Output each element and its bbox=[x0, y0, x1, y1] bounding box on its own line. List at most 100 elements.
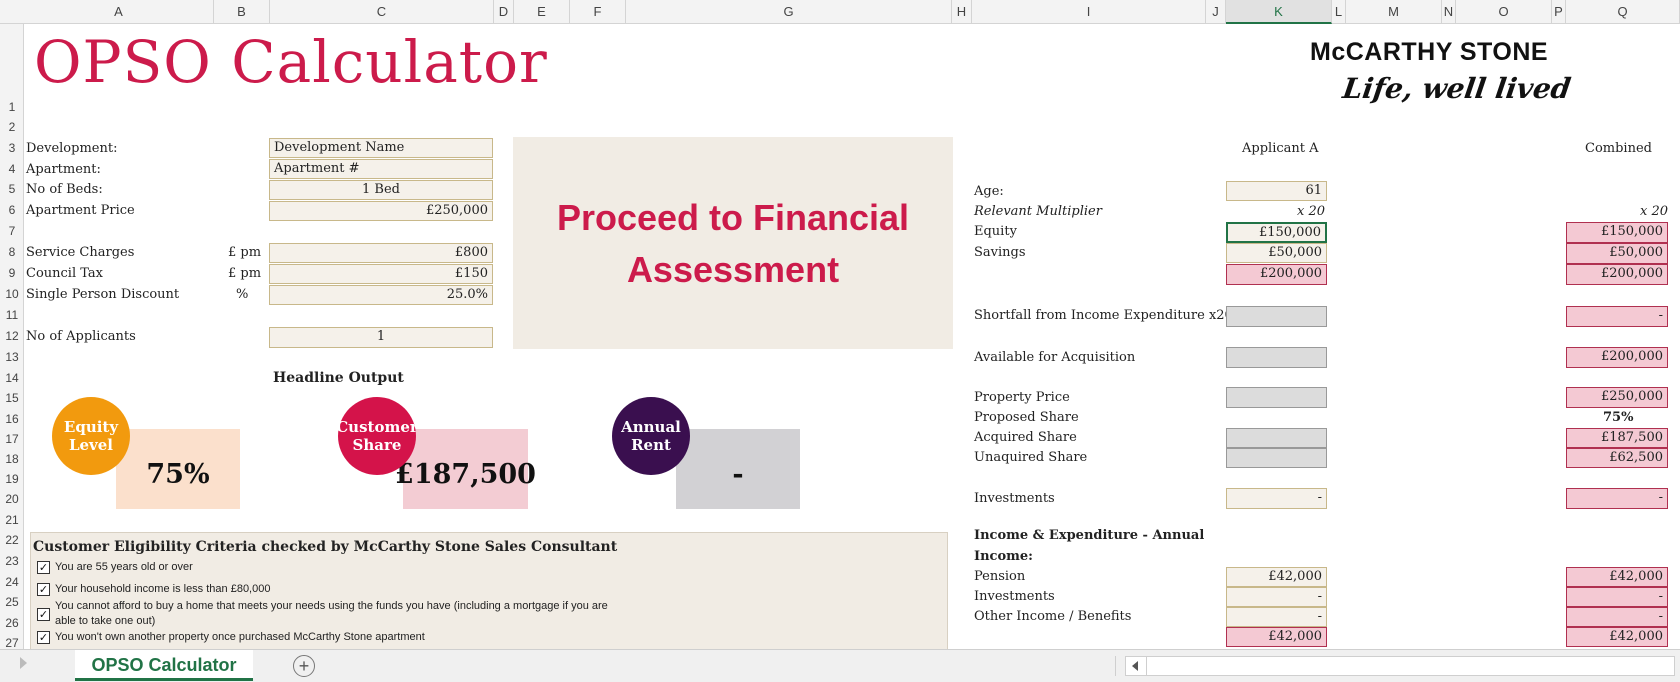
eligibility-item-afford-cont: able to take one out) bbox=[55, 615, 156, 627]
combined-shortfall: - bbox=[1566, 306, 1668, 327]
applicant-a-income-investments[interactable]: - bbox=[1226, 587, 1327, 607]
row-header[interactable]: 5 bbox=[0, 182, 23, 196]
column-header-n[interactable]: N bbox=[1442, 0, 1456, 24]
column-header-p[interactable]: P bbox=[1552, 0, 1566, 24]
council-tax-input[interactable]: £150 bbox=[269, 264, 493, 284]
eligibility-checkbox-age[interactable]: ✓ bbox=[37, 561, 50, 574]
eligibility-checkbox-property[interactable]: ✓ bbox=[37, 631, 50, 644]
row-header[interactable]: 1 bbox=[0, 100, 23, 114]
row-header[interactable]: 15 bbox=[0, 391, 23, 405]
divider bbox=[1115, 656, 1116, 676]
applicant-a-age[interactable]: 61 bbox=[1226, 181, 1327, 201]
eligibility-panel: Customer Eligibility Criteria checked by… bbox=[30, 532, 948, 652]
row-header[interactable]: 26 bbox=[0, 616, 23, 630]
scroll-left-icon[interactable] bbox=[1132, 661, 1138, 671]
unit-service: £ pm bbox=[228, 245, 262, 260]
column-header-d[interactable]: D bbox=[494, 0, 514, 24]
discount-input[interactable]: 25.0% bbox=[269, 285, 493, 305]
column-header-k[interactable]: K bbox=[1226, 0, 1332, 24]
row-header[interactable]: 19 bbox=[0, 472, 23, 486]
annual-rent-label-2: Rent bbox=[631, 436, 671, 454]
annual-rent-badge: Annual Rent bbox=[612, 397, 690, 475]
applicant-a-unacquired-share bbox=[1226, 448, 1327, 468]
row-header[interactable]: 4 bbox=[0, 162, 23, 176]
applicant-a-investments[interactable]: - bbox=[1226, 488, 1327, 509]
proceed-label-line2: Assessment bbox=[626, 249, 840, 290]
column-header-b[interactable]: B bbox=[214, 0, 270, 24]
apartment-number-input[interactable]: Apartment # bbox=[269, 159, 493, 179]
column-header-c[interactable]: C bbox=[270, 0, 494, 24]
service-charges-input[interactable]: £800 bbox=[269, 243, 493, 263]
label-income: Income: bbox=[974, 549, 1033, 564]
column-header-l[interactable]: L bbox=[1332, 0, 1346, 24]
label-apartment-price: Apartment Price bbox=[26, 203, 135, 218]
row-header[interactable]: 13 bbox=[0, 350, 23, 364]
combined-equity: £150,000 bbox=[1566, 222, 1668, 243]
beds-select[interactable]: 1 Bed bbox=[269, 180, 493, 200]
column-header-h[interactable]: H bbox=[952, 0, 972, 24]
applicant-a-savings[interactable]: £50,000 bbox=[1226, 243, 1327, 263]
column-header-j[interactable]: J bbox=[1206, 0, 1226, 24]
applicant-a-income-total: £42,000 bbox=[1226, 627, 1327, 647]
eligibility-checkbox-income[interactable]: ✓ bbox=[37, 583, 50, 596]
row-header[interactable]: 12 bbox=[0, 329, 23, 343]
row-header[interactable]: 25 bbox=[0, 595, 23, 609]
row-header[interactable]: 27 bbox=[0, 636, 23, 649]
label-available: Available for Acquisition bbox=[974, 350, 1136, 365]
row-header[interactable]: 18 bbox=[0, 452, 23, 466]
row-header[interactable]: 20 bbox=[0, 492, 23, 506]
tab-opso-calculator[interactable]: OPSO Calculator bbox=[75, 650, 253, 681]
row-header[interactable]: 2 bbox=[0, 120, 23, 134]
row-header[interactable]: 8 bbox=[0, 245, 23, 259]
proceed-to-financial-assessment-button[interactable]: Proceed to Financial Assessment bbox=[513, 137, 953, 349]
combined-income-total: £42,000 bbox=[1566, 627, 1668, 647]
combined-multiplier: x 20 bbox=[1640, 204, 1669, 219]
column-header-m[interactable]: M bbox=[1346, 0, 1442, 24]
add-sheet-button[interactable]: + bbox=[293, 655, 315, 677]
row-header[interactable]: 10 bbox=[0, 287, 23, 301]
applicant-a-equity[interactable]: £150,000 bbox=[1226, 222, 1327, 243]
row-header[interactable]: 17 bbox=[0, 432, 23, 446]
column-header-a[interactable]: A bbox=[24, 0, 214, 24]
label-apartment: Apartment: bbox=[26, 162, 101, 177]
column-header-o[interactable]: O bbox=[1456, 0, 1552, 24]
combined-proposed-share: 75% bbox=[1603, 410, 1634, 425]
column-header-f[interactable]: F bbox=[570, 0, 626, 24]
development-name-input[interactable]: Development Name bbox=[269, 138, 493, 158]
applicant-a-shortfall bbox=[1226, 306, 1327, 327]
row-header[interactable]: 3 bbox=[0, 141, 23, 155]
label-proposed-share: Proposed Share bbox=[974, 410, 1079, 425]
row-header[interactable]: 23 bbox=[0, 554, 23, 568]
customer-share-badge: Customer Share bbox=[336, 397, 418, 475]
row-header[interactable]: 11 bbox=[0, 308, 23, 322]
label-acquired-share: Acquired Share bbox=[974, 430, 1077, 445]
headline-output-title: Headline Output bbox=[273, 370, 404, 386]
row-header[interactable]: 7 bbox=[0, 224, 23, 238]
column-header-e[interactable]: E bbox=[514, 0, 570, 24]
tab-scroll-right-icon[interactable] bbox=[20, 657, 27, 669]
row-header[interactable]: 24 bbox=[0, 575, 23, 589]
apartment-price-input[interactable]: £250,000 bbox=[269, 201, 493, 221]
equity-level-label-2: Level bbox=[68, 436, 114, 454]
divider bbox=[1146, 657, 1147, 675]
label-equity: Equity bbox=[974, 224, 1017, 239]
row-header[interactable]: 14 bbox=[0, 371, 23, 385]
column-header-g[interactable]: G bbox=[626, 0, 952, 24]
applicant-a-pension[interactable]: £42,000 bbox=[1226, 567, 1327, 587]
row-header[interactable]: 6 bbox=[0, 203, 23, 217]
eligibility-checkbox-afford[interactable]: ✓ bbox=[37, 608, 50, 621]
row-header[interactable]: 9 bbox=[0, 266, 23, 280]
header-applicant-a: Applicant A bbox=[1242, 141, 1319, 156]
horizontal-scrollbar[interactable] bbox=[1125, 656, 1675, 676]
row-header[interactable]: 16 bbox=[0, 412, 23, 426]
label-property-price: Property Price bbox=[974, 390, 1070, 405]
applicant-a-other-income[interactable]: - bbox=[1226, 607, 1327, 627]
combined-unacquired-share: £62,500 bbox=[1566, 448, 1668, 468]
row-header[interactable]: 21 bbox=[0, 513, 23, 527]
label-unacquired-share: Unaquired Share bbox=[974, 450, 1088, 465]
applicants-select[interactable]: 1 bbox=[269, 327, 493, 348]
row-header[interactable]: 22 bbox=[0, 533, 23, 547]
column-header-q[interactable]: Q bbox=[1566, 0, 1680, 24]
label-age: Age: bbox=[974, 184, 1004, 199]
column-header-i[interactable]: I bbox=[972, 0, 1206, 24]
